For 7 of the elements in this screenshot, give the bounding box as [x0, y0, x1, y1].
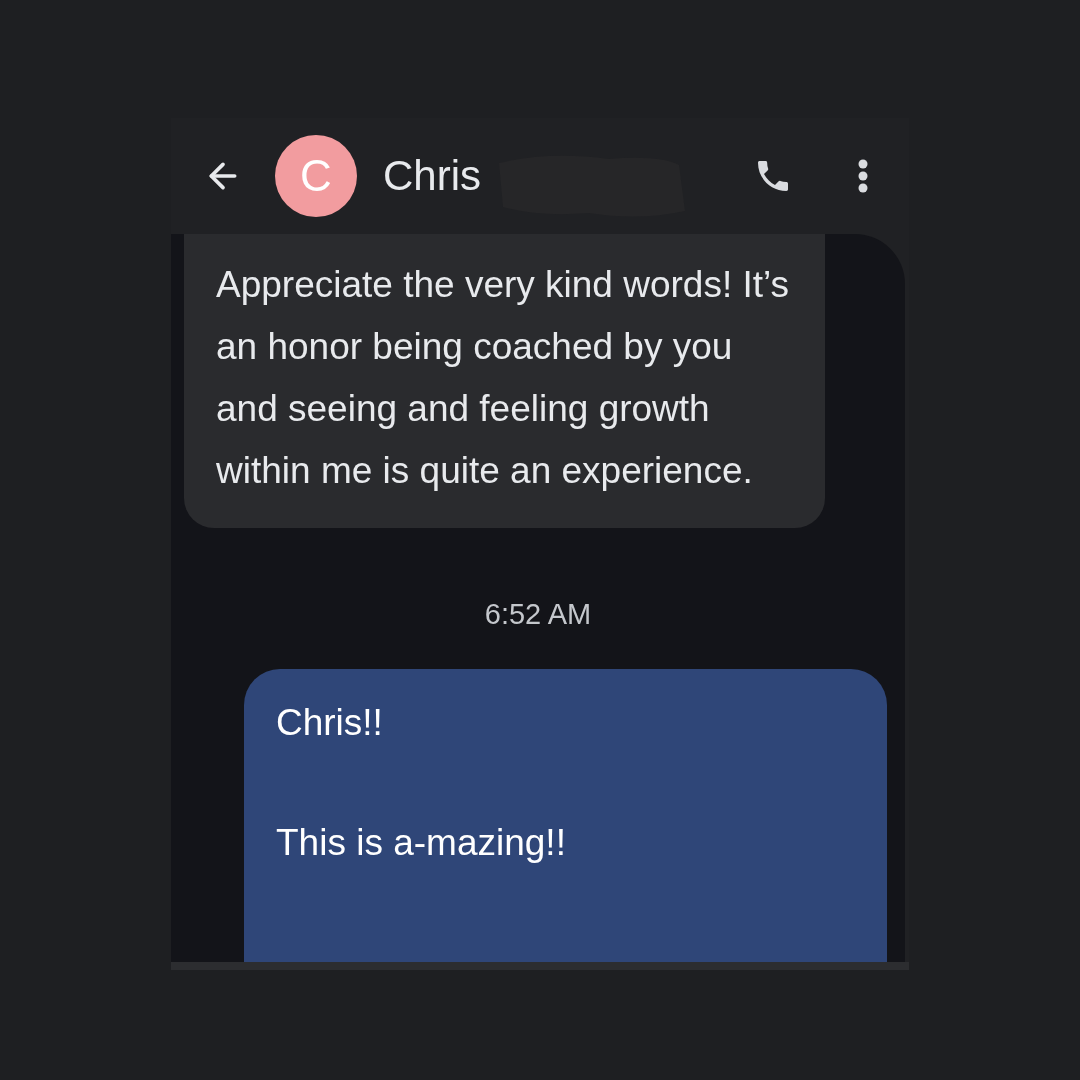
more-options-button[interactable] [857, 158, 869, 194]
contact-name: Chris [383, 152, 481, 200]
more-options-icon [857, 158, 869, 194]
incoming-message: Appreciate the very kind words! It’s an honor being coached by you and seeing and feeling growth within me is quite an experience. [184, 234, 825, 528]
timestamp: 6:52 AM [484, 598, 592, 631]
contact-avatar: C [275, 135, 357, 217]
outgoing-message: Chris!! This is a-mazing!! [244, 669, 887, 962]
